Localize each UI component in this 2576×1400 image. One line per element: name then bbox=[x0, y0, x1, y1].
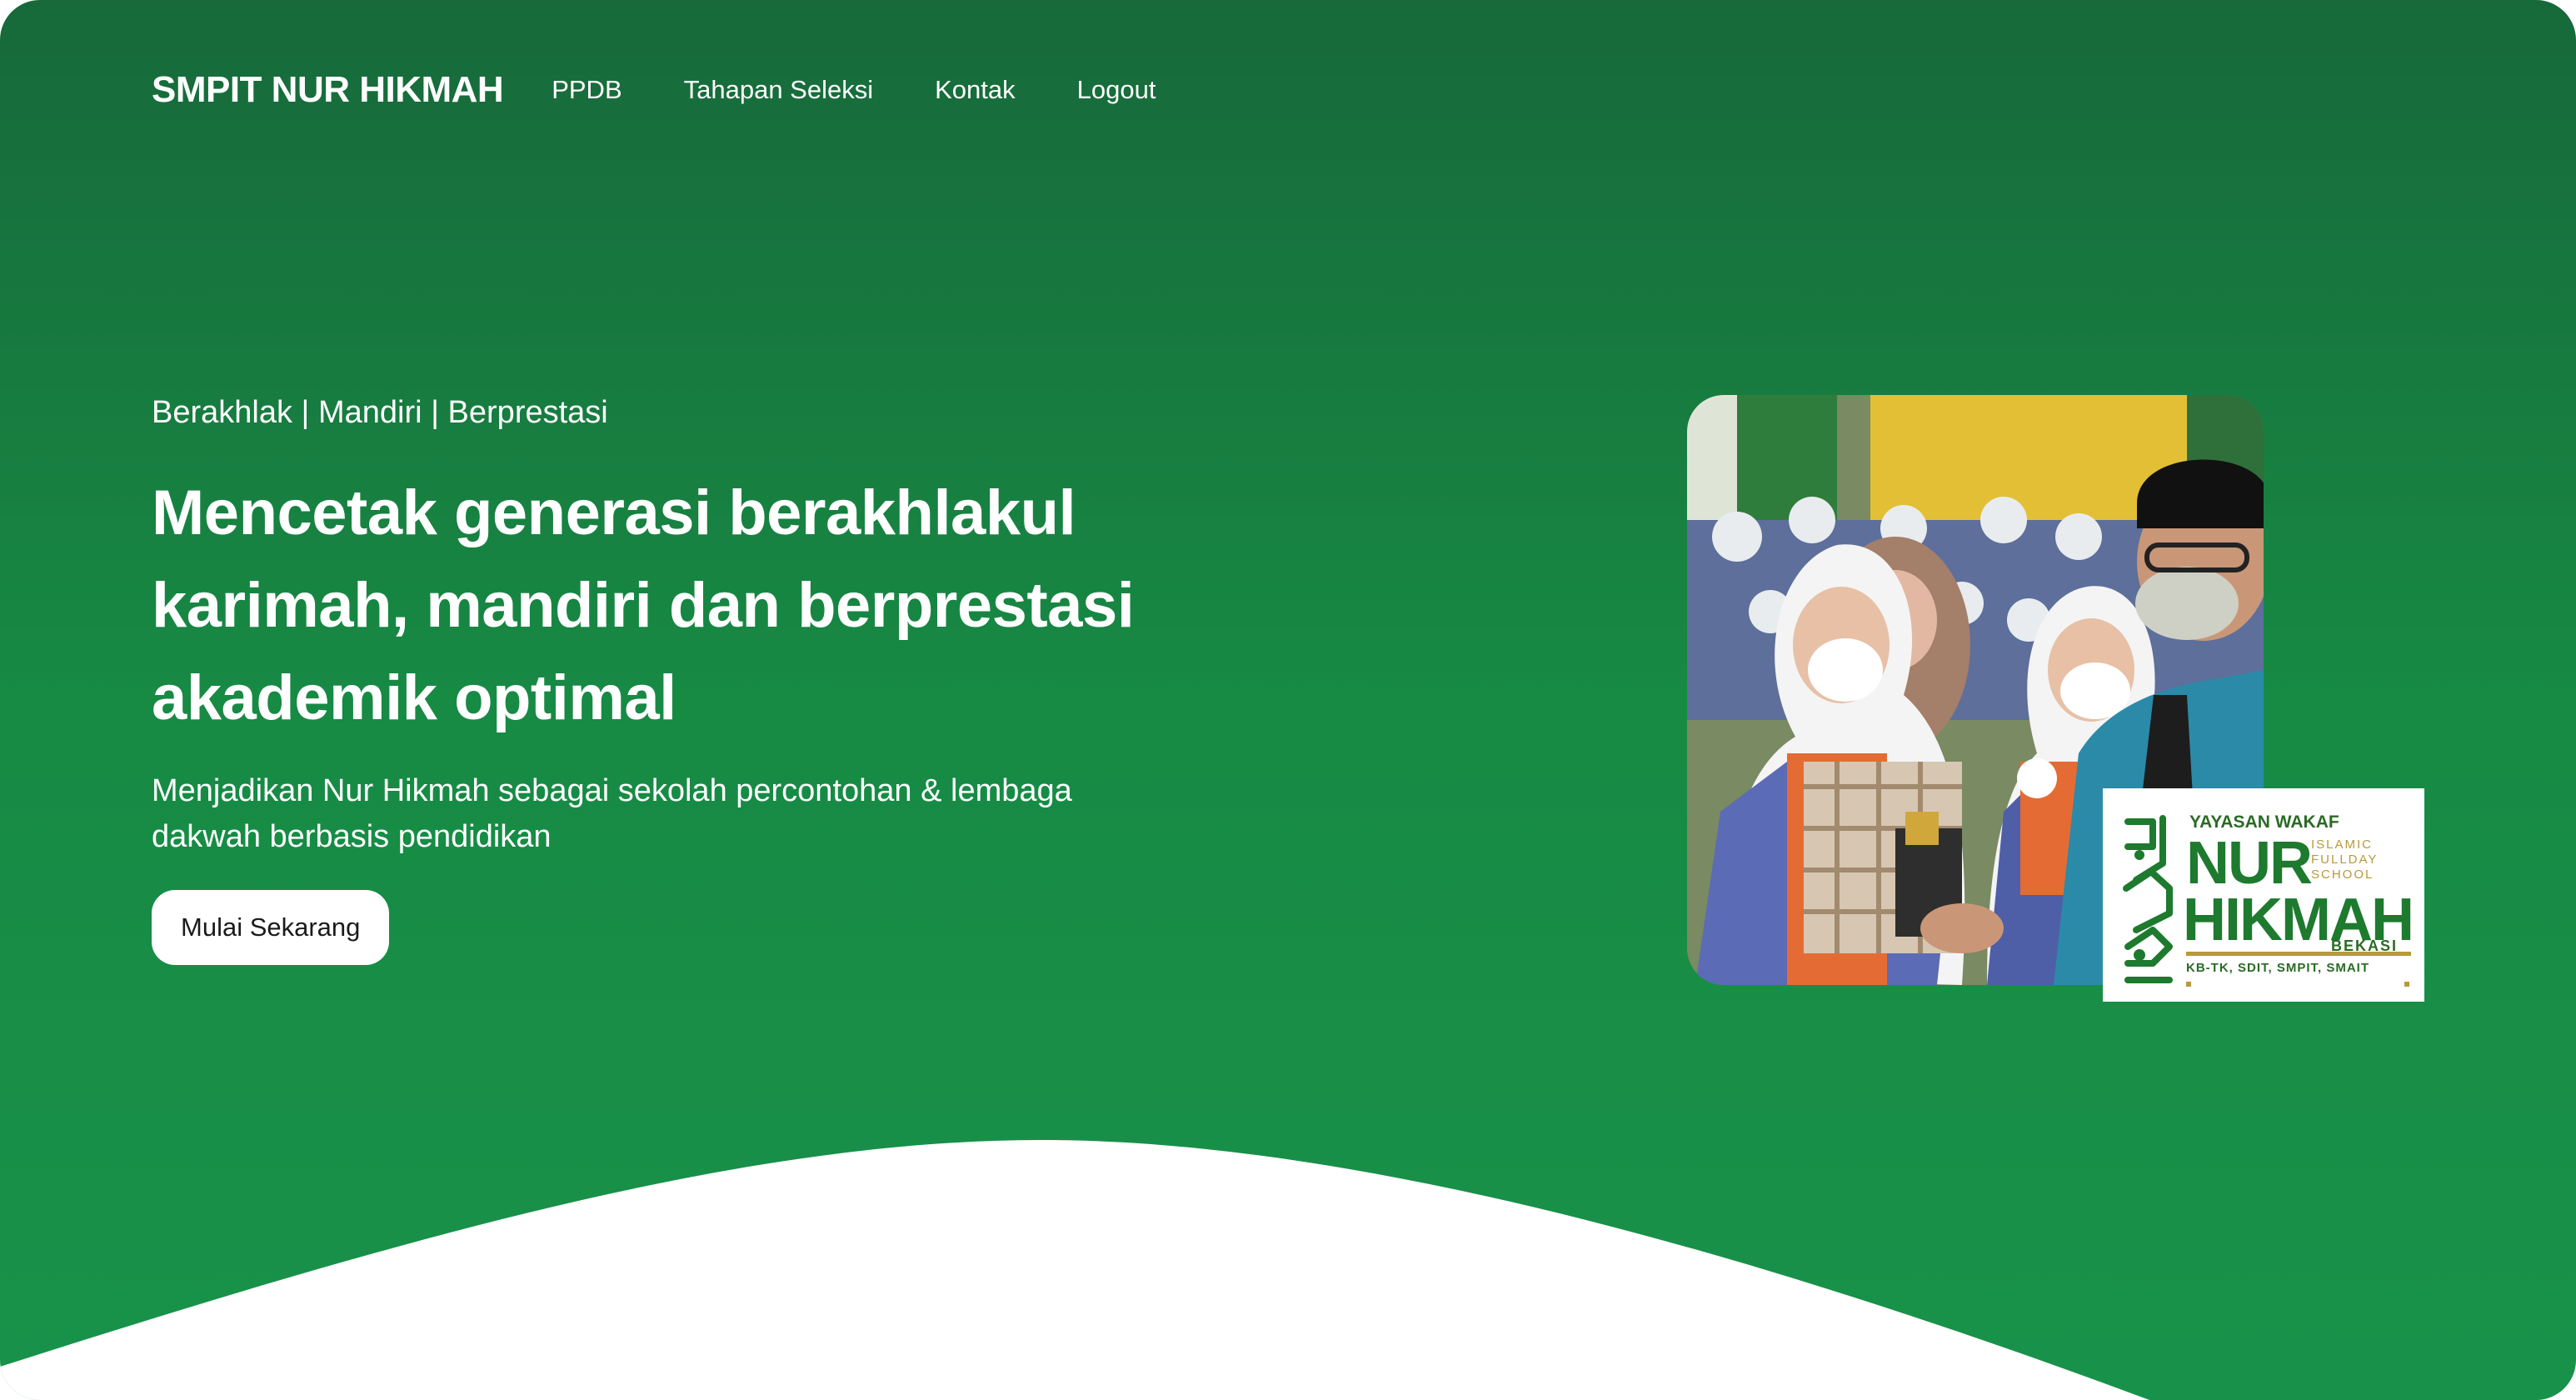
nav-link-ppdb[interactable]: PPDB bbox=[552, 75, 622, 105]
logo-text-fullday: FULLDAY bbox=[2311, 852, 2379, 867]
top-navbar: SMPIT NUR HIKMAH PPDB Tahapan Seleksi Ko… bbox=[152, 63, 1217, 117]
hero-headline-line: Mencetak generasi berakhlakul bbox=[152, 478, 1076, 548]
nav-link-kontak[interactable]: Kontak bbox=[935, 75, 1016, 105]
nav-link-logout[interactable]: Logout bbox=[1077, 75, 1156, 105]
yayasan-nur-hikmah-logo: YAYASAN WAKAF NUR ISLAMIC FULLDAY SCHOOL… bbox=[2103, 788, 2424, 1002]
start-now-button[interactable]: Mulai Sekarang bbox=[152, 890, 390, 965]
hero-subtext-line: dakwah berbasis pendidikan bbox=[152, 819, 552, 854]
logo-text-school-levels: KB-TK, SDIT, SMPIT, SMAIT bbox=[2186, 961, 2369, 975]
logo-text-islamic: ISLAMIC bbox=[2311, 838, 2374, 852]
hero-headline-line: karimah, mandiri dan berprestasi bbox=[152, 570, 1135, 641]
logo-text-nur: NUR bbox=[2186, 830, 2313, 897]
hero-headline-line: akademik optimal bbox=[152, 662, 676, 733]
brand-logo-text[interactable]: SMPIT NUR HIKMAH bbox=[152, 69, 504, 111]
hero-subtext-line: Menjadikan Nur Hikmah sebagai sekolah pe… bbox=[152, 773, 1072, 808]
hero-headline: Mencetak generasi berakhlakul karimah, m… bbox=[152, 467, 1318, 744]
logo-text-bekasi: BEKASI bbox=[2331, 938, 2399, 954]
logo-text-school: SCHOOL bbox=[2311, 868, 2374, 882]
logo-text-yayasan: YAYASAN WAKAF bbox=[2189, 812, 2339, 832]
nav-link-tahapan-seleksi[interactable]: Tahapan Seleksi bbox=[684, 75, 874, 105]
hero-subtext: Menjadikan Nur Hikmah sebagai sekolah pe… bbox=[152, 768, 1235, 860]
hero-tagline: Berakhlak | Mandiri | Berprestasi bbox=[152, 395, 608, 430]
landing-page: SMPIT NUR HIKMAH PPDB Tahapan Seleksi Ko… bbox=[0, 0, 2576, 1400]
